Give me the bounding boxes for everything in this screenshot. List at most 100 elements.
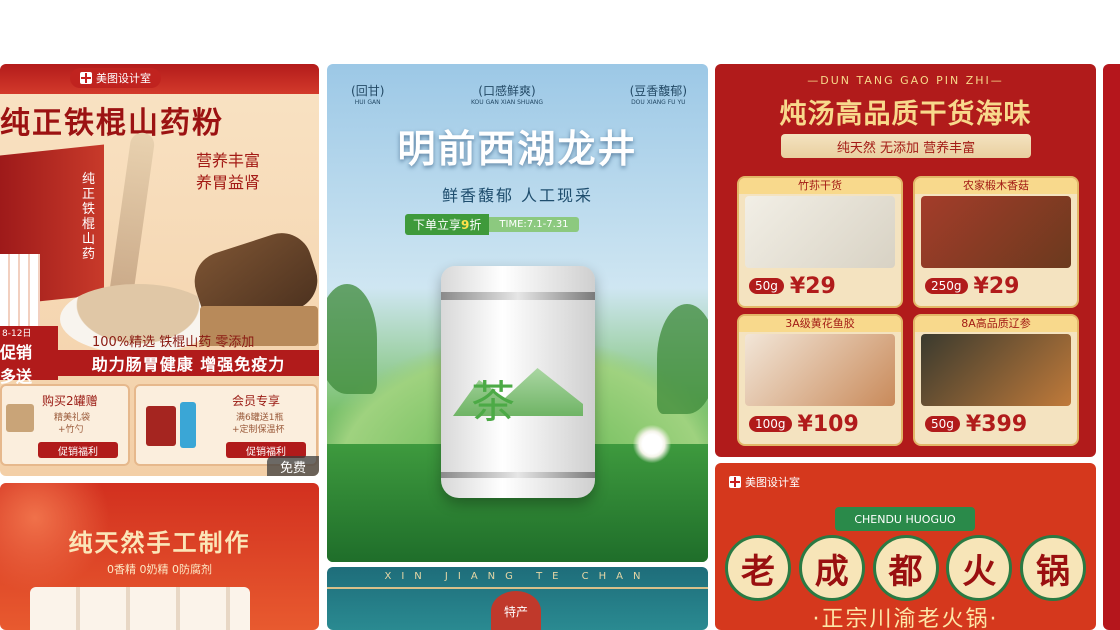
product-card[interactable]: 竹荪干货 50g ¥29 <box>737 176 903 308</box>
card-title: 纯天然手工制作 <box>68 529 251 557</box>
promo-date: 8-12日 <box>2 329 32 339</box>
template-card-xinjiang-specialty[interactable]: XIN JIANG TE CHAN 特产 <box>327 567 708 630</box>
promo-time: TIME:7.1-7.31 <box>489 217 579 232</box>
foliage-left <box>327 284 377 394</box>
card-sub: ·正宗川渝老火锅· <box>812 607 999 630</box>
template-card-handmade-nougat[interactable]: 纯天然手工制作 0香精 0奶精 0防腐剂 <box>0 483 319 630</box>
pill-2: (口感鲜爽) KOU GAN XIAN SHUANG <box>470 84 544 106</box>
offer-2-sub-2: +定制保温杯 <box>232 425 285 435</box>
offer-box-1: 购买2罐赠 精美礼袋 +竹勺 促销福利 <box>0 384 130 466</box>
template-card-dried-seafood[interactable]: —DUN TANG GAO PIN ZHI— 炖汤高品质干货海味 纯天然 无添加… <box>715 64 1096 457</box>
price-bar: 100g ¥109 <box>749 410 891 438</box>
white-flowers <box>627 424 677 464</box>
product-card[interactable]: 3A级黄花鱼胶 100g ¥109 <box>737 314 903 446</box>
pinyin-line: XIN JIANG TE CHAN <box>384 571 651 582</box>
title-character: 火 <box>946 535 1013 601</box>
specialty-badge: 特产 <box>491 591 541 630</box>
product-card[interactable]: 农家椴木香菇 250g ¥29 <box>913 176 1079 308</box>
tagline-2: 养胃益肾 <box>196 173 261 192</box>
pinyin-line: —DUN TANG GAO PIN ZHI— <box>807 74 1004 87</box>
slogan-banner: 助力肠胃健康 增强免疫力 <box>58 350 319 376</box>
template-card-longjing-tea[interactable]: (回甘) HUI GAN (口感鲜爽) KOU GAN XIAN SHUANG … <box>327 64 708 562</box>
free-badge: 免费 <box>267 456 319 476</box>
product-image <box>921 196 1071 268</box>
product-price: ¥29 <box>973 273 1020 299</box>
card-subtitle: 鲜香馥郁 人工现采 <box>441 186 594 205</box>
title-character: 锅 <box>1020 535 1086 601</box>
product-box-text: 纯正铁棍山药 <box>82 172 96 262</box>
product-name: 3A级黄花鱼胶 <box>739 316 901 332</box>
foliage-right <box>657 304 708 414</box>
brand-badge: 美图设计室 <box>70 68 161 88</box>
product-image <box>745 334 895 406</box>
gold-divider <box>327 587 708 589</box>
template-card-chengdu-hotpot[interactable]: 美图设计室 CHENDU HUOGUO 老成都火锅 ·正宗川渝老火锅· <box>715 463 1096 630</box>
brand-logo-icon <box>80 72 92 84</box>
brand-badge: 美图设计室 <box>729 473 800 492</box>
ribbon-banner: 纯天然 无添加 营养丰富 <box>781 134 1031 158</box>
title-character: 成 <box>798 535 865 601</box>
product-weight: 50g <box>749 278 784 294</box>
offer-1-sub-2: +竹勺 <box>58 425 84 435</box>
pinyin-ribbon: CHENDU HUOGUO <box>835 507 975 531</box>
card-title: 纯正铁棍山药粉 <box>0 106 224 141</box>
product-weight: 50g <box>925 416 960 432</box>
offer-box-2: 会员专享 满6罐送1瓶 +定制保温杯 促销福利 <box>134 384 318 466</box>
pill-1-sub: HUI GAN <box>354 99 381 106</box>
price-bar: 50g ¥29 <box>749 272 891 300</box>
product-name: 农家椴木香菇 <box>915 178 1077 194</box>
tea-can: 茶 <box>441 266 595 498</box>
pill-1: (回甘) HUI GAN <box>351 84 385 106</box>
product-name: 8A高品质辽参 <box>915 316 1077 332</box>
product-price: ¥29 <box>789 273 836 299</box>
promo-text-a: 下单立享 <box>413 218 462 232</box>
offer-2-title: 会员专享 <box>232 394 281 408</box>
product-weight: 250g <box>925 278 968 294</box>
offer-1-title: 购买2罐赠 <box>42 394 98 408</box>
features-line: 100%精选 铁棍山药 零添加 <box>92 335 255 350</box>
template-card-partial-right[interactable] <box>1103 64 1120 630</box>
pill-1-label: 回甘 <box>355 84 380 98</box>
brand-logo-icon <box>729 476 741 488</box>
can-text: 茶 <box>471 377 515 428</box>
promo-bar: 下单立享9折 TIME:7.1-7.31 <box>405 214 579 235</box>
product-price: ¥399 <box>965 411 1028 437</box>
wooden-spoon <box>108 131 156 303</box>
offer-1-button[interactable]: 促销福利 <box>38 442 118 458</box>
pill-3-label: 豆香馥郁 <box>634 84 683 98</box>
tagline-1: 营养丰富 <box>196 151 261 170</box>
can-bottom-rim <box>441 472 595 478</box>
pinyin-text: DUN TANG GAO PIN ZHI <box>820 74 991 87</box>
pill-3-sub: DOU XIANG FU YU <box>631 99 686 106</box>
product-price: ¥109 <box>797 411 859 437</box>
title-character: 老 <box>725 535 791 601</box>
price-bar: 250g ¥29 <box>925 272 1067 300</box>
product-name: 竹荪干货 <box>739 178 901 194</box>
product-image <box>745 196 895 268</box>
gift-bag-image <box>6 404 34 432</box>
title-character: 都 <box>872 535 939 601</box>
pill-2-sub: KOU GAN XIAN SHUANG <box>470 99 544 106</box>
feature-pills: (回甘) HUI GAN (口感鲜爽) KOU GAN XIAN SHUANG … <box>351 82 687 106</box>
template-card-yam-powder[interactable]: 美图设计室 纯正铁棍山药粉 营养丰富 养胃益肾 纯正铁棍山药 8-12日 促销 … <box>0 64 319 476</box>
powder-sticks <box>0 254 40 330</box>
product-image <box>921 334 1071 406</box>
pill-2-label: 口感鲜爽 <box>482 84 531 98</box>
card-title: 炖汤高品质干货海味 <box>779 99 1032 130</box>
thermos-cup-image <box>180 402 196 448</box>
brand-name: 美图设计室 <box>745 476 800 489</box>
can-lid-rim <box>441 292 595 300</box>
product-card[interactable]: 8A高品质辽参 50g ¥399 <box>913 314 1079 446</box>
promo-text-b: 折 <box>469 218 482 232</box>
title-characters: 老成都火锅 <box>725 535 1086 601</box>
pill-3: (豆香馥郁) DOU XIANG FU YU <box>629 84 687 106</box>
product-weight: 100g <box>749 416 792 432</box>
gift-box-image <box>146 406 176 446</box>
promo-left: 8-12日 促销 多送 <box>0 326 58 386</box>
nougat-image <box>30 587 250 630</box>
brand-name: 美图设计室 <box>96 72 151 85</box>
card-sub: 0香精 0奶精 0防腐剂 <box>107 563 212 576</box>
promo-line-1: 促销 <box>0 343 33 362</box>
top-bar <box>0 0 1120 60</box>
price-bar: 50g ¥399 <box>925 410 1067 438</box>
